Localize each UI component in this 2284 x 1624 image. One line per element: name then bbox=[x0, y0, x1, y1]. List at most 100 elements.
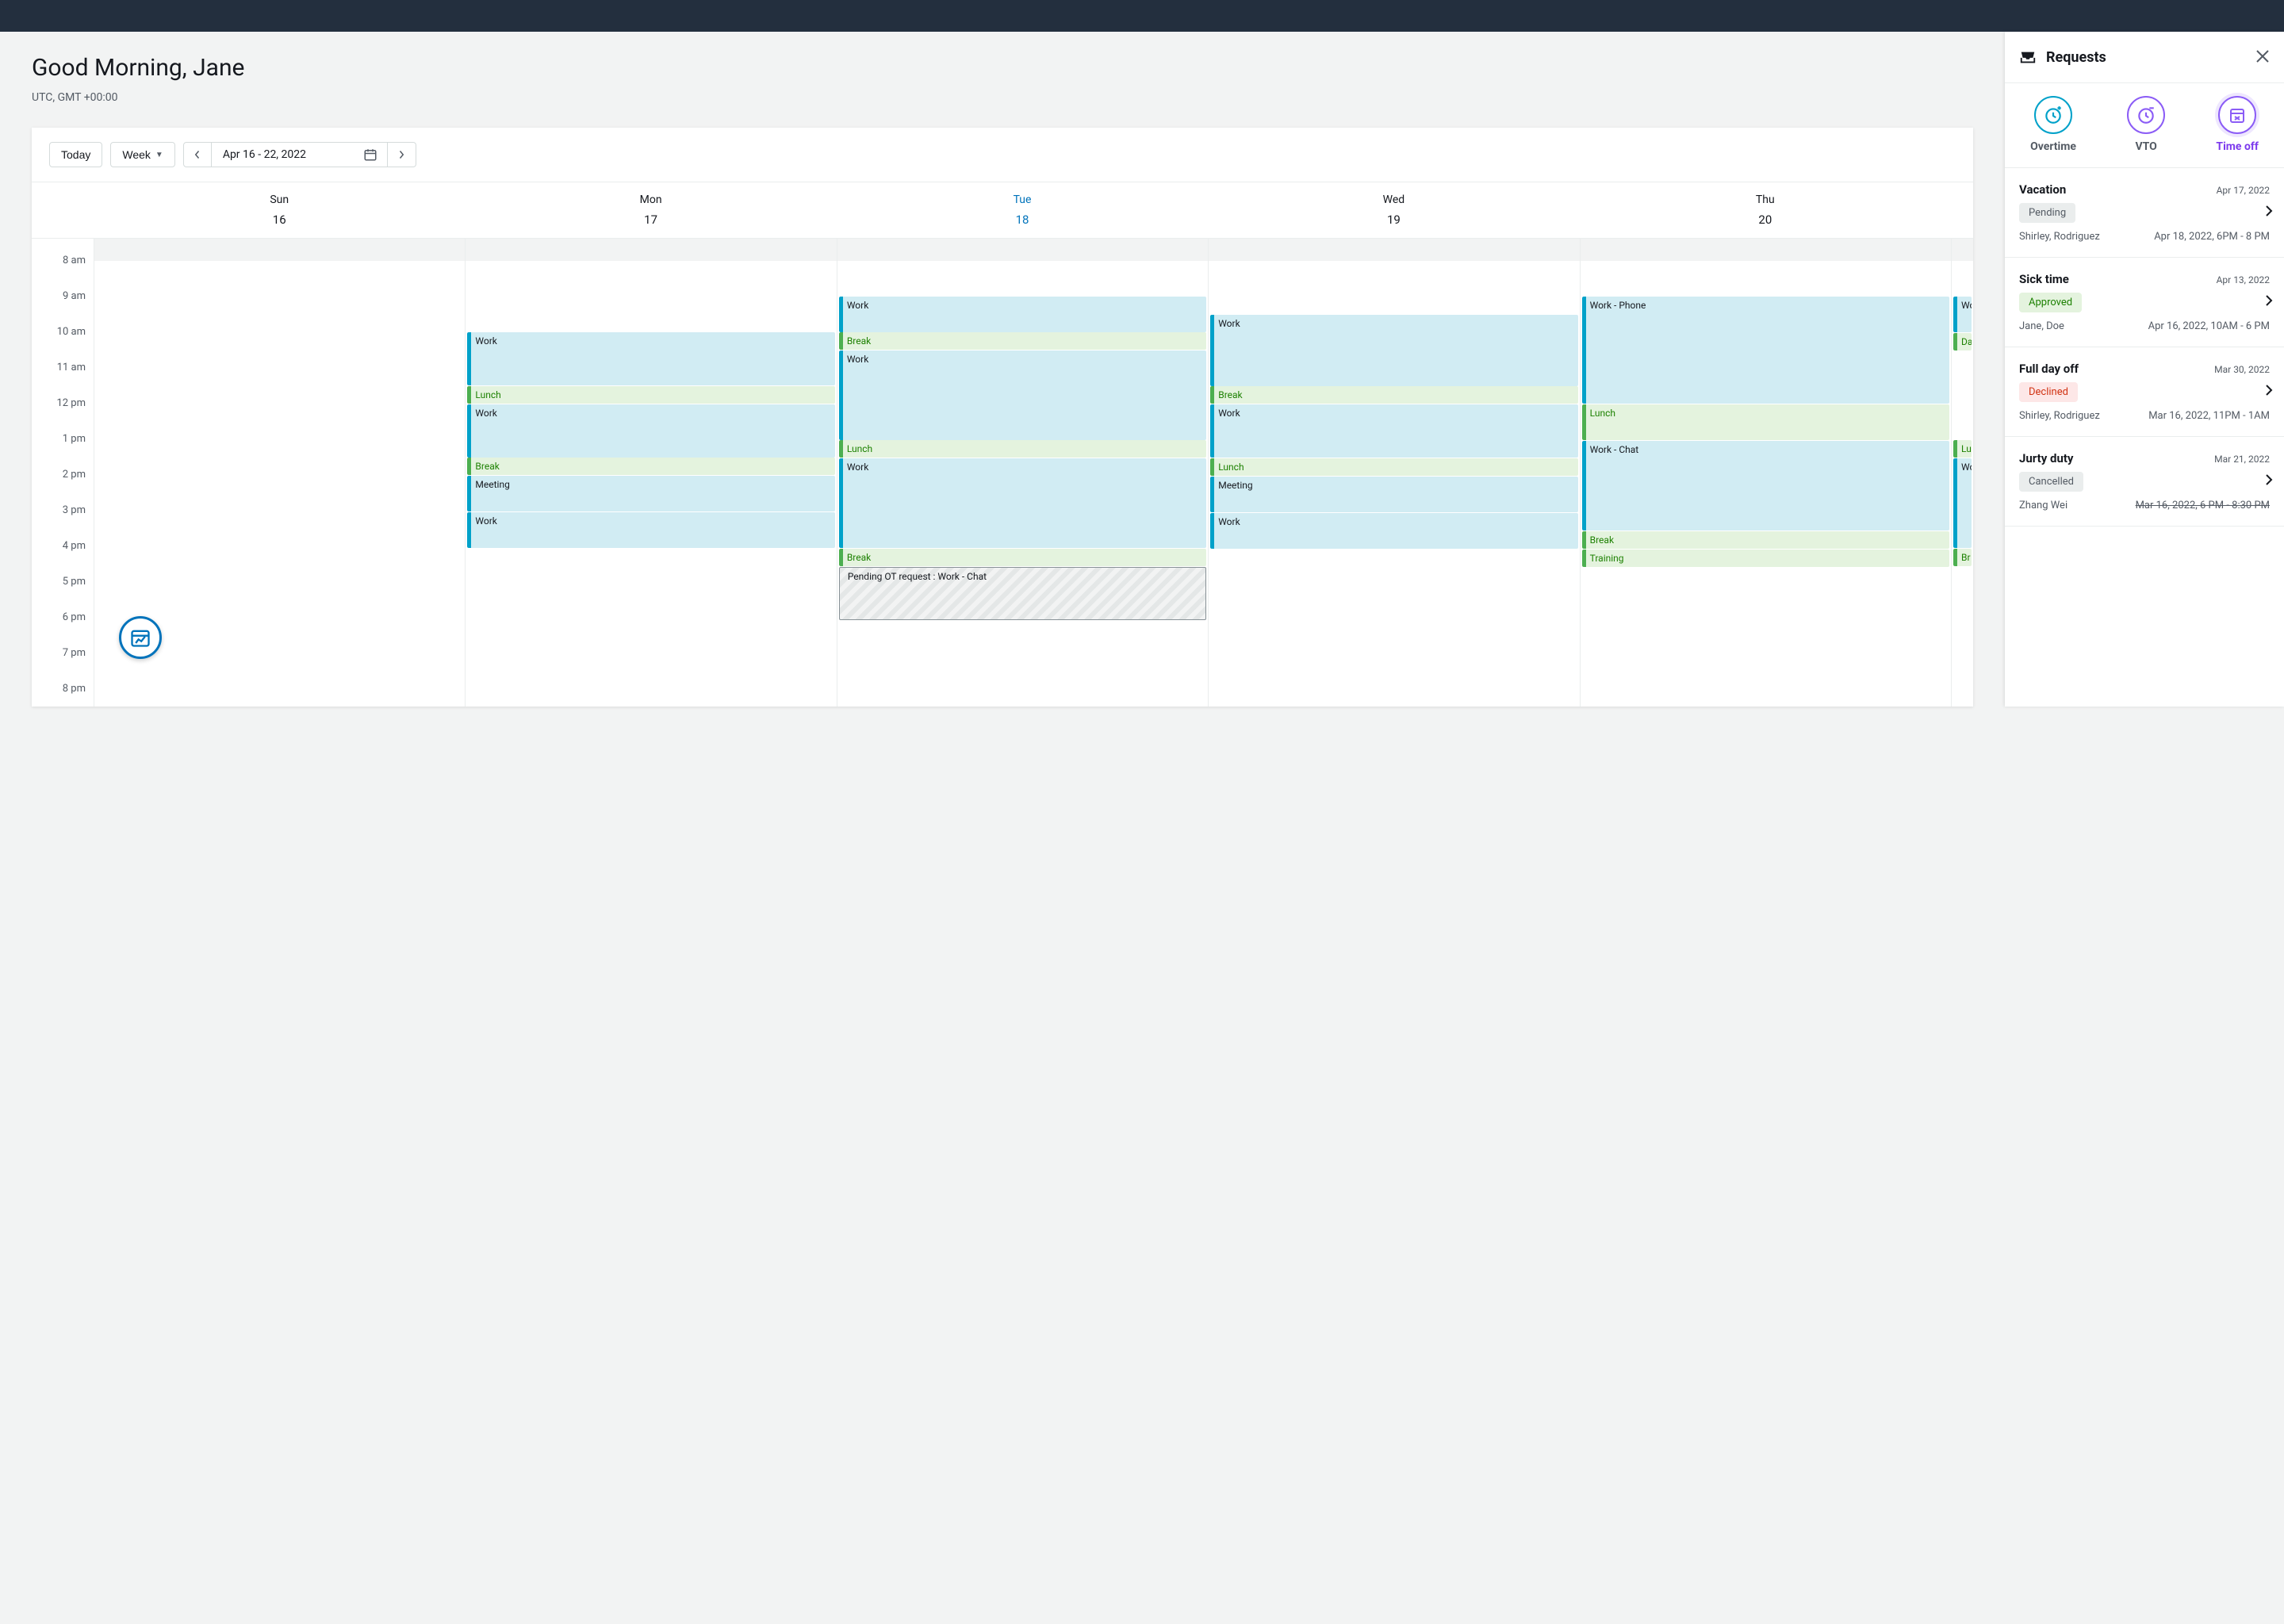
calendar-event[interactable]: Work bbox=[467, 404, 834, 458]
request-title: Full day off bbox=[2019, 362, 2079, 376]
calendar-card: Today Week ▼ Apr 16 - 22, 2022 bbox=[32, 128, 1973, 707]
day-column-wed[interactable]: WorkBreakWorkLunchMeetingWork bbox=[1208, 239, 1579, 707]
request-item[interactable]: Jurty dutyMar 21, 2022CancelledZhang Wei… bbox=[2005, 437, 2284, 527]
close-icon bbox=[2255, 49, 2270, 63]
hour-label: 9 am bbox=[32, 290, 86, 326]
week-header: Sun16Mon17Tue 18Wed19Thu20 bbox=[32, 182, 1973, 239]
request-created-date: Mar 30, 2022 bbox=[2214, 364, 2270, 375]
calendar-event[interactable]: Work bbox=[839, 350, 1206, 440]
request-type-timeoff[interactable]: Time off bbox=[2216, 96, 2258, 153]
request-person: Zhang Wei bbox=[2019, 500, 2067, 511]
chevron-right-icon bbox=[2265, 205, 2273, 220]
day-header[interactable]: Sun16 bbox=[94, 182, 465, 238]
calendar-event[interactable]: Break bbox=[467, 458, 834, 475]
calendar-event[interactable]: Wo bbox=[1953, 458, 1972, 548]
caret-down-icon: ▼ bbox=[155, 151, 163, 159]
calendar-event[interactable]: Work bbox=[839, 297, 1206, 332]
day-column-fri[interactable]: WoDaLuWoBr bbox=[1951, 239, 1973, 707]
today-button[interactable]: Today bbox=[49, 142, 102, 167]
calendar-event[interactable]: Training bbox=[1582, 550, 1949, 567]
day-column-thu[interactable]: Work - PhoneLunchWork - ChatBreakTrainin… bbox=[1580, 239, 1951, 707]
calendar-event[interactable]: Break bbox=[839, 332, 1206, 350]
next-week-button[interactable] bbox=[388, 142, 416, 167]
view-select-label: Week bbox=[122, 148, 151, 161]
day-of-week: Wed bbox=[1208, 193, 1579, 206]
day-header[interactable]: Thu20 bbox=[1580, 182, 1951, 238]
calendar-chart-icon bbox=[129, 626, 151, 649]
calendar-event[interactable]: Da bbox=[1953, 333, 1972, 350]
day-header[interactable]: Wed19 bbox=[1208, 182, 1579, 238]
day-number: 20 bbox=[1580, 213, 1951, 227]
hour-label: 12 pm bbox=[32, 397, 86, 433]
calendar-event[interactable]: Br bbox=[1953, 549, 1972, 566]
date-nav: Apr 16 - 22, 2022 bbox=[183, 142, 416, 167]
day-number: 18 bbox=[837, 213, 1208, 227]
calendar-event[interactable]: Work bbox=[839, 458, 1206, 548]
request-item[interactable]: Full day offMar 30, 2022DeclinedShirley,… bbox=[2005, 347, 2284, 437]
request-title: Sick time bbox=[2019, 272, 2069, 286]
calendar-event[interactable]: Break bbox=[1210, 386, 1577, 404]
request-type-vto[interactable]: VTO bbox=[2127, 96, 2165, 153]
calendar-x-icon bbox=[2228, 105, 2247, 124]
calendar-event[interactable]: Work bbox=[1210, 513, 1577, 549]
calendar-event[interactable]: Work - Chat bbox=[1582, 441, 1949, 530]
calendar-event[interactable]: Break bbox=[1582, 531, 1949, 549]
calendar-event[interactable]: Lunch bbox=[1210, 458, 1577, 476]
request-item[interactable]: Sick timeApr 13, 2022ApprovedJane, DoeAp… bbox=[2005, 258, 2284, 347]
calendar-event[interactable]: Wo bbox=[1953, 297, 1972, 332]
day-column-tue[interactable]: WorkBreakWorkLunchWorkBreakPending OT re… bbox=[837, 239, 1208, 707]
request-person: Shirley, Rodriguez bbox=[2019, 231, 2100, 243]
calendar-event[interactable]: Lunch bbox=[839, 440, 1206, 458]
chevron-right-icon bbox=[2265, 384, 2273, 400]
status-badge: Pending bbox=[2019, 203, 2075, 223]
request-created-date: Apr 13, 2022 bbox=[2217, 274, 2270, 285]
request-created-date: Mar 21, 2022 bbox=[2214, 454, 2270, 465]
hour-label: 7 pm bbox=[32, 647, 86, 683]
hour-label: 8 pm bbox=[32, 683, 86, 707]
view-select[interactable]: Week ▼ bbox=[110, 142, 174, 167]
request-title: Vacation bbox=[2019, 182, 2066, 197]
request-type-label: Overtime bbox=[2030, 140, 2076, 153]
prev-week-button[interactable] bbox=[183, 142, 212, 167]
calendar-event[interactable]: Meeting bbox=[1210, 477, 1577, 512]
top-navbar bbox=[0, 0, 2284, 32]
close-sidebar-button[interactable] bbox=[2255, 46, 2270, 68]
calendar-event[interactable]: Work bbox=[1210, 315, 1577, 386]
timezone-label: UTC, GMT +00:00 bbox=[32, 91, 1973, 104]
request-item[interactable]: Vacation Apr 17, 2022 Pending Shirley, Rodr… bbox=[2005, 168, 2284, 258]
calendar-event[interactable]: Pending OT request : Work - Chat bbox=[839, 567, 1206, 620]
chevron-right-icon bbox=[397, 150, 406, 159]
day-number: 16 bbox=[94, 213, 465, 227]
calendar-event[interactable]: Meeting bbox=[467, 476, 834, 511]
calendar-event[interactable]: Break bbox=[839, 549, 1206, 566]
schedule-fab-button[interactable] bbox=[119, 616, 162, 659]
calendar-grid[interactable]: 8 am9 am10 am11 am12 pm1 pm2 pm3 pm4 pm5… bbox=[32, 239, 1973, 707]
day-header[interactable]: Mon17 bbox=[465, 182, 836, 238]
requests-sidebar: Requests Overtime VTO Time off VacationA… bbox=[2005, 32, 2284, 707]
day-of-week: Tue bbox=[837, 193, 1208, 206]
calendar-event[interactable]: Work bbox=[1210, 404, 1577, 458]
request-created-date: Apr 17, 2022 bbox=[2217, 185, 2270, 196]
chevron-right-icon bbox=[2265, 473, 2273, 489]
calendar-event[interactable]: Work bbox=[467, 332, 834, 385]
clock-plus-icon bbox=[2043, 105, 2064, 125]
request-when: Mar 16, 2022, 11PM - 1AM bbox=[2148, 410, 2270, 422]
hour-label: 11 am bbox=[32, 362, 86, 397]
date-picker-button[interactable] bbox=[354, 142, 388, 167]
request-list: Vacation Apr 17, 2022 Pending Shirley, Rodr… bbox=[2005, 168, 2284, 707]
time-gutter: 8 am9 am10 am11 am12 pm1 pm2 pm3 pm4 pm5… bbox=[32, 239, 94, 707]
calendar-event[interactable]: Work - Phone bbox=[1582, 297, 1949, 404]
calendar-event[interactable]: Lunch bbox=[1582, 404, 1949, 440]
hour-label: 8 am bbox=[32, 255, 86, 290]
day-header[interactable]: Tue 18 bbox=[837, 182, 1208, 238]
hour-label: 2 pm bbox=[32, 469, 86, 504]
request-type-label: Time off bbox=[2216, 140, 2258, 153]
request-when: Apr 16, 2022, 10AM - 6 PM bbox=[2148, 320, 2270, 332]
request-person: Shirley, Rodriguez bbox=[2019, 410, 2100, 422]
calendar-event[interactable]: Work bbox=[467, 512, 834, 548]
request-type-overtime[interactable]: Overtime bbox=[2030, 96, 2076, 153]
calendar-event[interactable]: Lunch bbox=[467, 386, 834, 404]
status-badge: Cancelled bbox=[2019, 472, 2083, 492]
calendar-event[interactable]: Lu bbox=[1953, 440, 1972, 458]
day-column-mon[interactable]: WorkLunchWorkBreakMeetingWork bbox=[465, 239, 836, 707]
